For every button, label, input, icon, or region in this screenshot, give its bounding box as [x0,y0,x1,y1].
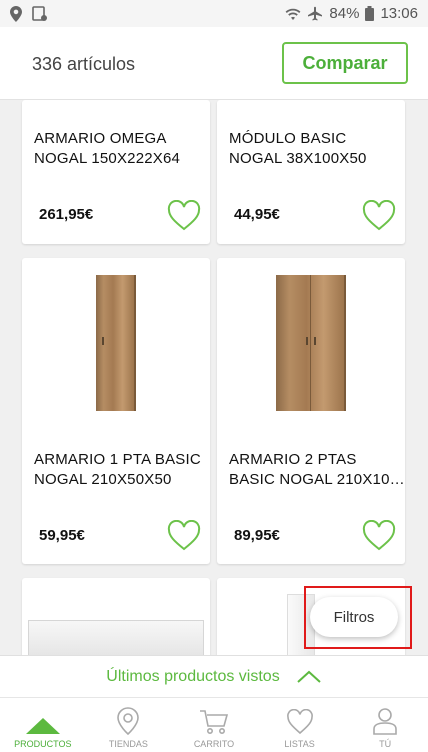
product-card[interactable]: ARMARIO OMEGA NOGAL 150X222X64 261,95€ [22,100,210,244]
results-header: 336 artículos Comparar [0,27,428,100]
user-icon [373,708,397,735]
chevron-up-icon [297,670,321,683]
result-count: 336 artículos [32,54,136,74]
product-grid[interactable]: ARMARIO OMEGA NOGAL 150X222X64 261,95€ M… [0,100,428,655]
screenshot-icon [32,5,47,21]
location-pin-icon [117,707,140,735]
product-price: 44,95€ [234,206,280,223]
heart-icon [286,709,313,735]
recently-viewed-bar[interactable]: Últimos productos vistos [0,655,428,697]
product-image [96,275,136,411]
product-title: ARMARIO 2 PTAS BASIC NOGAL 210X10… [229,451,405,488]
product-card[interactable]: ARMARIO 1 PTA BASIC NOGAL 210X50X50 59,9… [22,258,210,564]
battery-icon [365,6,375,21]
location-icon [10,5,22,22]
battery-percent: 84% [329,5,360,22]
nav-item-tu[interactable]: TÚ [342,698,428,752]
nav-label: CARRITO [193,739,235,749]
product-card[interactable] [22,578,210,655]
product-price: 59,95€ [39,527,85,544]
status-bar: 84% 13:06 [0,0,428,27]
product-price: 261,95€ [39,206,94,223]
nav-label: TÚ [379,739,392,749]
nav-item-listas[interactable]: LISTAS [257,698,343,752]
recently-viewed-label: Últimos productos vistos [106,667,280,685]
nav-label: LISTAS [284,739,315,749]
product-card[interactable]: MÓDULO BASIC NOGAL 38X100X50 44,95€ [217,100,405,244]
triangle-icon [25,718,60,734]
airplane-mode-icon [308,6,323,20]
favorite-heart-icon[interactable] [166,520,202,552]
cart-icon [199,710,229,734]
nav-label: PRODUCTOS [14,739,72,749]
product-price: 89,95€ [234,527,280,544]
compare-button[interactable]: Comparar [282,42,408,84]
favorite-heart-icon[interactable] [361,520,397,552]
wifi-icon [286,8,301,20]
nav-item-tiendas[interactable]: TIENDAS [86,698,172,752]
favorite-heart-icon[interactable] [166,200,202,232]
nav-label: TIENDAS [108,739,148,749]
filters-button[interactable]: Filtros [310,597,398,637]
favorite-heart-icon[interactable] [361,200,397,232]
clock: 13:06 [380,5,418,22]
product-title: ARMARIO 1 PTA BASIC NOGAL 210X50X50 [34,451,201,488]
product-image [28,620,204,655]
product-card[interactable]: ARMARIO 2 PTAS BASIC NOGAL 210X10… 89,95… [217,258,405,564]
nav-item-carrito[interactable]: CARRITO [171,698,257,752]
nav-item-productos[interactable]: PRODUCTOS [0,698,86,752]
product-title: MÓDULO BASIC NOGAL 38X100X50 [229,130,367,167]
product-image [276,275,346,411]
bottom-navigation: PRODUCTOS TIENDAS CARRITO LISTAS TÚ [0,697,428,752]
product-title: ARMARIO OMEGA NOGAL 150X222X64 [34,130,181,167]
